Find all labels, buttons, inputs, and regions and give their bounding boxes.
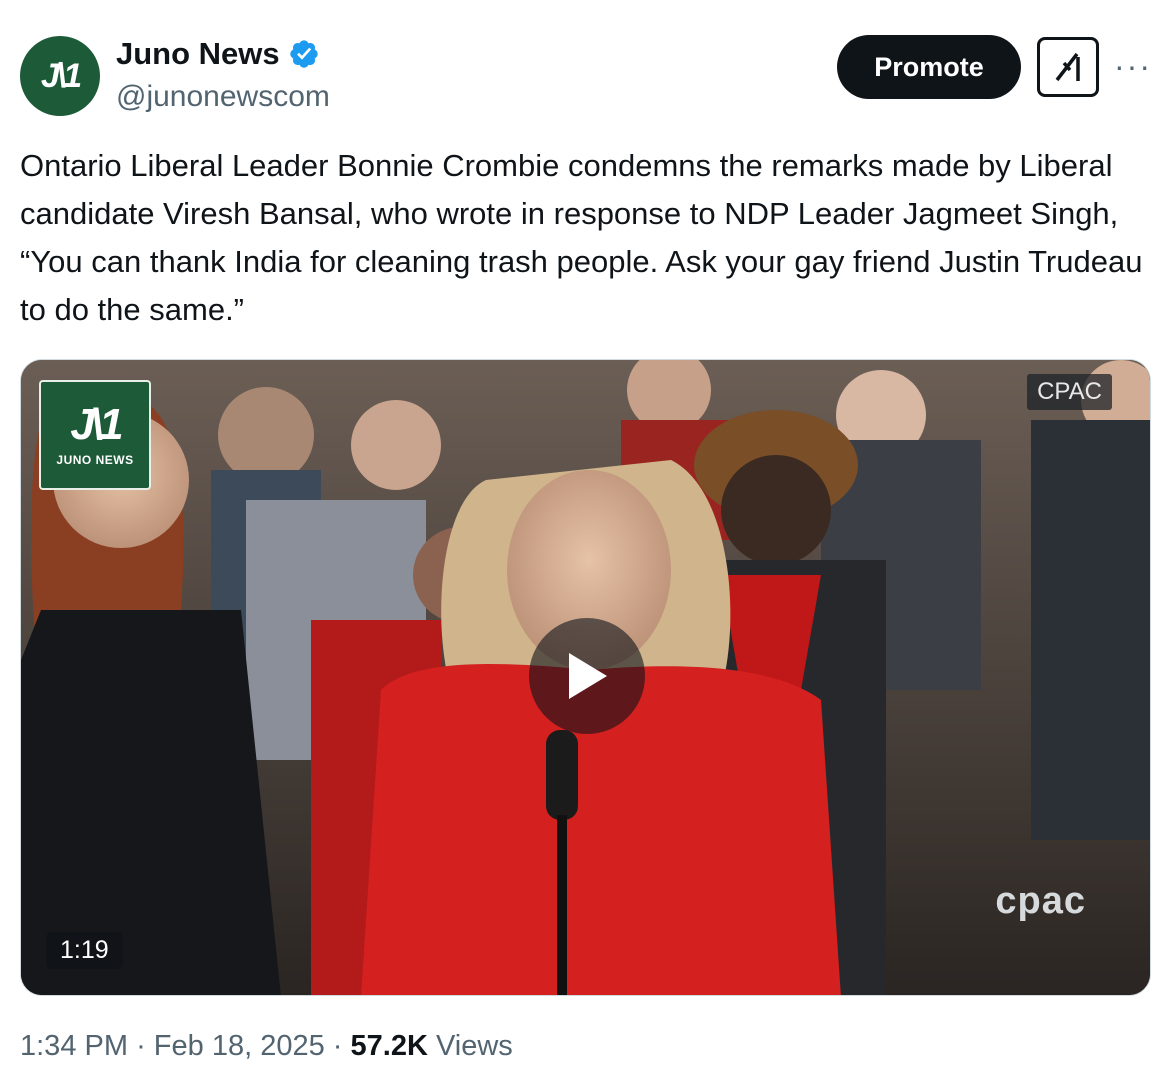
handle[interactable]: @junonewscom bbox=[116, 80, 330, 114]
avatar-logo: J\1 bbox=[40, 56, 82, 95]
meta-separator: · bbox=[332, 1030, 343, 1062]
name-row: Juno News bbox=[116, 36, 320, 72]
verified-badge-icon bbox=[289, 40, 318, 68]
channel-logo: cpac bbox=[995, 880, 1086, 922]
channel-bug: CPAC bbox=[1027, 374, 1112, 410]
views-label: Views bbox=[435, 1030, 513, 1062]
more-icon[interactable]: ··· bbox=[1114, 48, 1152, 85]
post-time[interactable]: 1:34 PM bbox=[20, 1030, 128, 1062]
avatar[interactable]: J\1 bbox=[20, 36, 100, 116]
video-duration: 1:19 bbox=[46, 932, 123, 969]
post-date[interactable]: Feb 18, 2025 bbox=[154, 1030, 325, 1062]
play-icon bbox=[569, 653, 607, 699]
tweet-meta: 1:34 PM · Feb 18, 2025 · 57.2K Views bbox=[20, 1030, 513, 1063]
watermark-word: JUNO NEWS bbox=[56, 453, 134, 467]
views-count[interactable]: 57.2K bbox=[351, 1030, 428, 1062]
play-button[interactable] bbox=[529, 618, 645, 734]
grok-button[interactable] bbox=[1037, 37, 1099, 97]
meta-separator: · bbox=[136, 1030, 146, 1062]
promote-button[interactable]: Promote bbox=[837, 35, 1021, 99]
display-name[interactable]: Juno News bbox=[116, 36, 280, 72]
grok-icon bbox=[1055, 52, 1080, 82]
video-player[interactable]: J\1 JUNO NEWS CPAC cpac 1:19 bbox=[20, 359, 1151, 996]
juno-news-watermark: J\1 JUNO NEWS bbox=[39, 380, 151, 490]
watermark-mark: J\1 bbox=[70, 400, 123, 449]
tweet-text: Ontario Liberal Leader Bonnie Crombie co… bbox=[20, 148, 1143, 327]
